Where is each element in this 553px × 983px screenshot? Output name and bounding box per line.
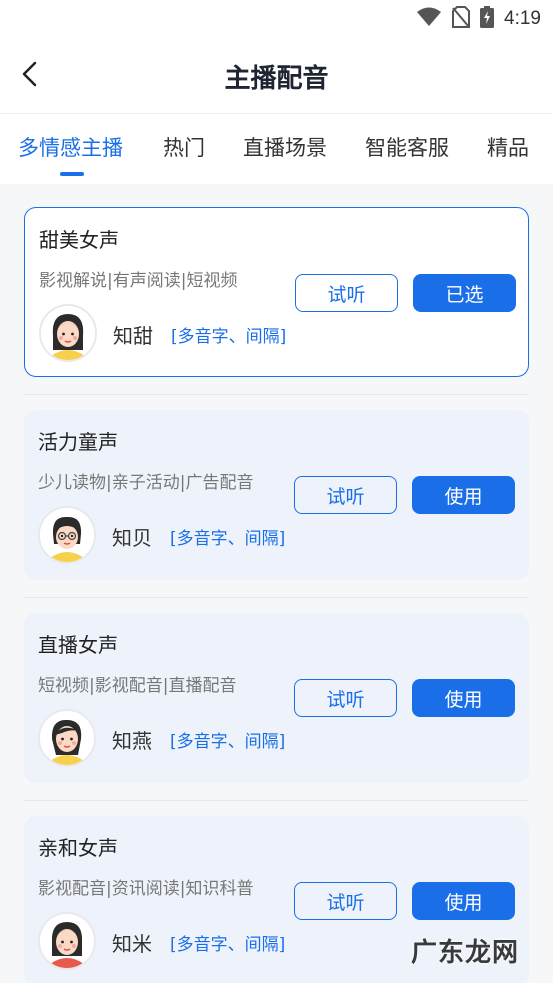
battery-charging-icon xyxy=(480,6,495,32)
woman-avatar-icon xyxy=(40,914,94,968)
divider xyxy=(24,394,529,395)
card-tags: 影视配音|资讯阅读|知识科普 xyxy=(38,879,254,899)
divider xyxy=(24,800,529,801)
voice-features: [多音字、间隔] xyxy=(171,327,287,347)
tab-multi-emotion[interactable]: 多情感主播 xyxy=(18,132,123,162)
girl-avatar-icon xyxy=(41,306,95,360)
header: 主播配音 xyxy=(0,38,553,114)
card-title: 直播女声 xyxy=(38,633,118,657)
card-title: 亲和女声 xyxy=(38,836,118,860)
woman-avatar-icon xyxy=(40,711,94,765)
voice-card[interactable]: 甜美女声 影视解说|有声阅读|短视频 知甜 [多音字、间隔] 试听 已选 xyxy=(24,207,529,377)
voice-card[interactable]: 活力童声 少儿读物|亲子活动|广告配音 知贝 [多音字、间隔] 试听 使用 xyxy=(24,410,529,580)
avatar xyxy=(38,506,96,564)
card-title: 甜美女声 xyxy=(39,228,119,252)
card-tags: 少儿读物|亲子活动|广告配音 xyxy=(38,473,254,493)
tab-live-scene[interactable]: 直播场景 xyxy=(243,132,327,162)
voice-name: 知燕 xyxy=(112,729,152,753)
card-tags: 短视频|影视配音|直播配音 xyxy=(38,676,237,696)
use-button[interactable]: 使用 xyxy=(412,882,515,920)
page-title: 主播配音 xyxy=(224,64,329,94)
divider xyxy=(24,597,529,598)
voice-features: [多音字、间隔] xyxy=(170,935,286,955)
card-title: 活力童声 xyxy=(38,430,118,454)
voice-name: 知甜 xyxy=(113,324,153,348)
child-avatar-icon xyxy=(40,508,94,562)
avatar xyxy=(39,304,97,362)
wifi-icon xyxy=(416,7,442,31)
listen-button[interactable]: 试听 xyxy=(294,679,397,717)
tab-smart-service[interactable]: 智能客服 xyxy=(365,132,449,162)
avatar xyxy=(38,709,96,767)
listen-button[interactable]: 试听 xyxy=(295,274,398,312)
voice-features: [多音字、间隔] xyxy=(170,529,286,549)
use-button[interactable]: 使用 xyxy=(412,476,515,514)
voice-name: 知米 xyxy=(112,932,152,956)
status-time: 4:19 xyxy=(504,8,541,29)
selected-button[interactable]: 已选 xyxy=(413,274,516,312)
voice-card[interactable]: 直播女声 短视频|影视配音|直播配音 知燕 [多音字、间隔] 试听 使用 xyxy=(24,613,529,783)
voice-name: 知贝 xyxy=(112,526,152,550)
listen-button[interactable]: 试听 xyxy=(294,882,397,920)
avatar xyxy=(38,912,96,970)
voice-features: [多音字、间隔] xyxy=(170,732,286,752)
status-icons: 4:19 xyxy=(416,6,541,32)
watermark: 广东龙网 xyxy=(410,938,519,968)
status-bar: 4:19 xyxy=(0,0,553,38)
use-button[interactable]: 使用 xyxy=(412,679,515,717)
tab-premium[interactable]: 精品 xyxy=(487,132,529,162)
listen-button[interactable]: 试听 xyxy=(294,476,397,514)
no-sim-icon xyxy=(452,6,471,32)
tab-hot[interactable]: 热门 xyxy=(163,132,205,162)
active-tab-indicator xyxy=(60,172,84,176)
card-tags: 影视解说|有声阅读|短视频 xyxy=(39,271,238,291)
